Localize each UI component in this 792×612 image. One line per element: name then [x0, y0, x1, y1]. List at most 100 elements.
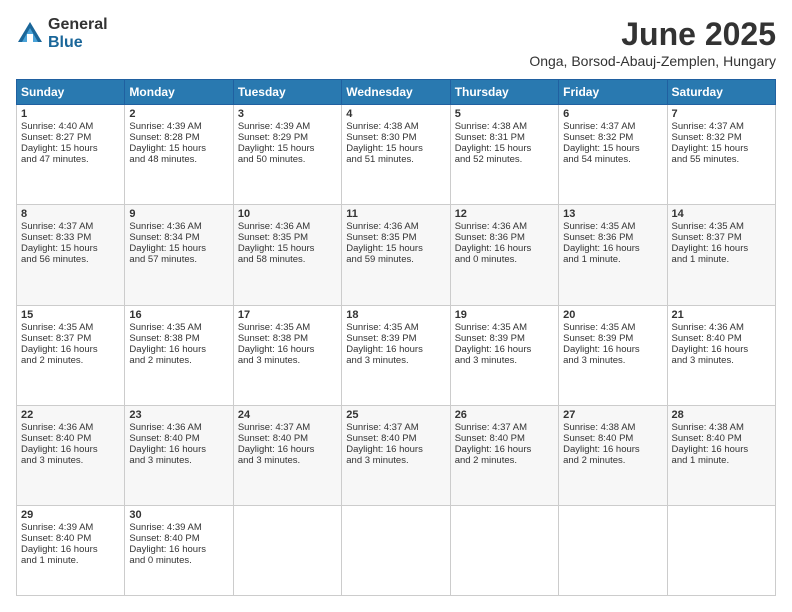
day-content: and 3 minutes. [238, 455, 337, 466]
day-number: 2 [129, 108, 228, 120]
day-content: Daylight: 16 hours [21, 544, 120, 555]
day-number: 15 [21, 309, 120, 321]
day-content: Daylight: 15 hours [129, 143, 228, 154]
day-content: Daylight: 15 hours [563, 143, 662, 154]
day-content: Sunset: 8:40 PM [129, 533, 228, 544]
calendar-cell: 1Sunrise: 4:40 AMSunset: 8:27 PMDaylight… [17, 105, 125, 205]
calendar-cell [342, 506, 450, 596]
day-content: and 1 minute. [672, 254, 771, 265]
day-content: Daylight: 16 hours [129, 544, 228, 555]
day-content: Sunset: 8:36 PM [563, 232, 662, 243]
day-content: and 48 minutes. [129, 154, 228, 165]
day-content: Sunset: 8:38 PM [129, 333, 228, 344]
day-content: Daylight: 15 hours [455, 143, 554, 154]
day-content: Sunrise: 4:36 AM [129, 221, 228, 232]
title-block: June 2025 Onga, Borsod-Abauj-Zemplen, Hu… [529, 16, 776, 69]
calendar-cell: 11Sunrise: 4:36 AMSunset: 8:35 PMDayligh… [342, 205, 450, 305]
day-number: 25 [346, 409, 445, 421]
day-number: 4 [346, 108, 445, 120]
page: General Blue June 2025 Onga, Borsod-Abau… [0, 0, 792, 612]
day-number: 24 [238, 409, 337, 421]
day-content: Sunset: 8:40 PM [563, 433, 662, 444]
day-content: Sunset: 8:34 PM [129, 232, 228, 243]
day-content: Daylight: 16 hours [455, 344, 554, 355]
calendar-cell: 18Sunrise: 4:35 AMSunset: 8:39 PMDayligh… [342, 305, 450, 405]
day-content: Daylight: 15 hours [21, 143, 120, 154]
header-saturday: Saturday [667, 80, 775, 105]
day-content: and 1 minute. [563, 254, 662, 265]
header-wednesday: Wednesday [342, 80, 450, 105]
day-number: 10 [238, 208, 337, 220]
day-content: Sunset: 8:35 PM [346, 232, 445, 243]
calendar-table: Sunday Monday Tuesday Wednesday Thursday… [16, 79, 776, 596]
day-content: Sunset: 8:32 PM [672, 132, 771, 143]
day-content: Sunset: 8:30 PM [346, 132, 445, 143]
day-content: and 1 minute. [672, 455, 771, 466]
header-thursday: Thursday [450, 80, 558, 105]
day-content: Sunrise: 4:36 AM [672, 322, 771, 333]
day-content: and 47 minutes. [21, 154, 120, 165]
day-content: Daylight: 16 hours [455, 243, 554, 254]
logo-icon [16, 20, 44, 48]
day-content: Sunrise: 4:38 AM [346, 121, 445, 132]
day-content: and 3 minutes. [238, 355, 337, 366]
day-content: and 2 minutes. [129, 355, 228, 366]
day-content: Sunset: 8:39 PM [455, 333, 554, 344]
day-number: 17 [238, 309, 337, 321]
calendar-cell: 9Sunrise: 4:36 AMSunset: 8:34 PMDaylight… [125, 205, 233, 305]
day-content: Sunset: 8:37 PM [672, 232, 771, 243]
day-number: 14 [672, 208, 771, 220]
calendar-cell: 13Sunrise: 4:35 AMSunset: 8:36 PMDayligh… [559, 205, 667, 305]
day-content: Sunrise: 4:38 AM [563, 422, 662, 433]
day-number: 3 [238, 108, 337, 120]
day-content: Sunset: 8:29 PM [238, 132, 337, 143]
day-number: 23 [129, 409, 228, 421]
calendar-cell: 19Sunrise: 4:35 AMSunset: 8:39 PMDayligh… [450, 305, 558, 405]
logo-text: General Blue [48, 16, 108, 51]
day-number: 9 [129, 208, 228, 220]
day-number: 26 [455, 409, 554, 421]
day-content: Sunset: 8:39 PM [563, 333, 662, 344]
day-content: Daylight: 16 hours [563, 344, 662, 355]
day-number: 6 [563, 108, 662, 120]
calendar-cell: 2Sunrise: 4:39 AMSunset: 8:28 PMDaylight… [125, 105, 233, 205]
calendar-cell: 21Sunrise: 4:36 AMSunset: 8:40 PMDayligh… [667, 305, 775, 405]
day-number: 11 [346, 208, 445, 220]
day-number: 30 [129, 509, 228, 521]
day-content: Sunset: 8:40 PM [346, 433, 445, 444]
calendar-cell: 12Sunrise: 4:36 AMSunset: 8:36 PMDayligh… [450, 205, 558, 305]
day-content: Sunrise: 4:35 AM [21, 322, 120, 333]
calendar-cell: 16Sunrise: 4:35 AMSunset: 8:38 PMDayligh… [125, 305, 233, 405]
day-content: Sunrise: 4:38 AM [672, 422, 771, 433]
day-content: Daylight: 16 hours [238, 344, 337, 355]
calendar-week-4: 22Sunrise: 4:36 AMSunset: 8:40 PMDayligh… [17, 405, 776, 505]
day-number: 27 [563, 409, 662, 421]
day-content: Sunrise: 4:35 AM [563, 221, 662, 232]
day-content: Sunrise: 4:37 AM [455, 422, 554, 433]
day-content: Daylight: 16 hours [346, 344, 445, 355]
day-content: and 1 minute. [21, 555, 120, 566]
day-content: Sunrise: 4:36 AM [129, 422, 228, 433]
day-content: Sunset: 8:40 PM [21, 533, 120, 544]
day-content: Daylight: 16 hours [563, 243, 662, 254]
day-content: Sunrise: 4:35 AM [563, 322, 662, 333]
day-content: and 51 minutes. [346, 154, 445, 165]
day-number: 13 [563, 208, 662, 220]
day-content: and 3 minutes. [563, 355, 662, 366]
day-content: and 55 minutes. [672, 154, 771, 165]
day-content: Sunset: 8:37 PM [21, 333, 120, 344]
day-content: and 3 minutes. [672, 355, 771, 366]
calendar-cell: 28Sunrise: 4:38 AMSunset: 8:40 PMDayligh… [667, 405, 775, 505]
calendar-cell: 8Sunrise: 4:37 AMSunset: 8:33 PMDaylight… [17, 205, 125, 305]
calendar-week-2: 8Sunrise: 4:37 AMSunset: 8:33 PMDaylight… [17, 205, 776, 305]
calendar-cell: 7Sunrise: 4:37 AMSunset: 8:32 PMDaylight… [667, 105, 775, 205]
day-content: and 56 minutes. [21, 254, 120, 265]
day-content: Sunrise: 4:39 AM [129, 522, 228, 533]
day-content: Sunset: 8:40 PM [21, 433, 120, 444]
day-content: Sunrise: 4:36 AM [21, 422, 120, 433]
day-content: Daylight: 15 hours [238, 243, 337, 254]
day-content: Sunrise: 4:35 AM [346, 322, 445, 333]
day-number: 21 [672, 309, 771, 321]
calendar-cell [667, 506, 775, 596]
day-content: Daylight: 15 hours [346, 143, 445, 154]
